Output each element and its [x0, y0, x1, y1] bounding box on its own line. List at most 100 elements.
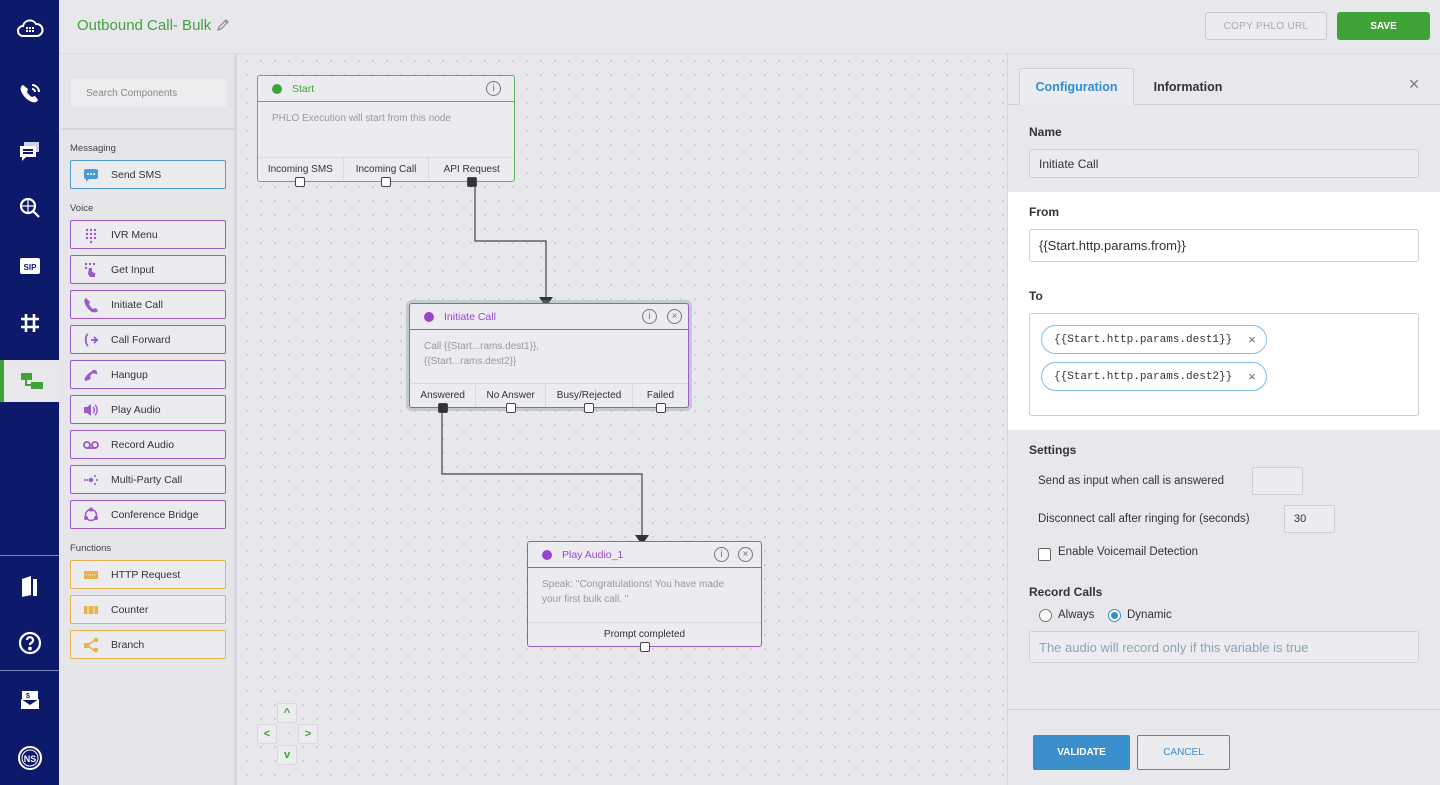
nav-account-icon[interactable]: NS — [0, 736, 59, 780]
node-ports: Prompt completed — [528, 622, 761, 652]
component-get-input[interactable]: Get Input — [70, 255, 226, 284]
name-input[interactable]: Initiate Call — [1029, 149, 1419, 178]
node-body-line: your first bulk call. " — [542, 594, 629, 605]
to-chip[interactable]: {{Start.http.params.dest2}} × — [1041, 362, 1267, 391]
component-label: Initiate Call — [111, 298, 163, 311]
cancel-button[interactable]: CANCEL — [1137, 735, 1230, 770]
nav-numbers-icon[interactable] — [0, 301, 59, 345]
port-handle[interactable] — [466, 177, 477, 187]
component-label: Play Audio — [111, 403, 161, 416]
pan-up-button[interactable]: ^ — [277, 703, 297, 723]
from-input[interactable]: {{Start.http.params.from}} — [1029, 229, 1419, 262]
record-always-radio[interactable] — [1039, 609, 1052, 622]
component-send-sms[interactable]: Send SMS — [70, 160, 226, 189]
nav-billing-icon[interactable]: $ — [0, 678, 59, 722]
port-handle[interactable] — [381, 177, 391, 187]
keypad-icon — [71, 227, 111, 243]
port-handle[interactable] — [584, 403, 595, 413]
chip-value: {{Start.http.params.dest2}} — [1054, 370, 1233, 383]
components-panel: Search Components Messaging Send SMS Voi… — [59, 54, 237, 785]
port-api-request[interactable]: API Request — [429, 158, 514, 187]
node-start[interactable]: Start i PHLO Execution will start from t… — [257, 75, 515, 187]
connection-initiate-to-play — [441, 409, 643, 537]
component-multi-party-call[interactable]: Multi-Party Call — [70, 465, 226, 494]
nav-messaging-icon[interactable] — [0, 129, 59, 173]
node-header: Play Audio_1 i × — [528, 542, 761, 568]
search-components-input[interactable]: Search Components — [71, 79, 226, 107]
remove-chip-icon[interactable]: × — [1248, 369, 1256, 384]
port-incoming-call[interactable]: Incoming Call — [344, 158, 430, 187]
disconnect-seconds-input[interactable]: 30 — [1284, 505, 1335, 533]
branch-icon — [71, 637, 111, 653]
port-handle[interactable] — [505, 403, 516, 413]
validate-button[interactable]: VALIDATE — [1033, 735, 1130, 770]
port-busy-rejected[interactable]: Busy/Rejected — [546, 384, 633, 413]
info-icon[interactable]: i — [642, 309, 657, 324]
tab-information[interactable]: Information — [1138, 68, 1238, 105]
svg-text:SIP: SIP — [23, 263, 37, 272]
pencil-icon[interactable] — [215, 17, 231, 33]
close-icon[interactable]: × — [667, 309, 682, 324]
pan-left-button[interactable]: < — [257, 724, 277, 744]
node-body-line: Call {{Start...rams.dest1}}, — [424, 341, 540, 352]
voicemail-checkbox[interactable] — [1038, 548, 1051, 561]
to-chip[interactable]: {{Start.http.params.dest1}} × — [1041, 325, 1267, 354]
close-icon[interactable]: × — [738, 547, 753, 562]
port-answered[interactable]: Answered — [410, 384, 477, 413]
port-handle[interactable] — [295, 177, 306, 187]
copy-phlo-url-button[interactable]: COPY PHLO URL — [1205, 12, 1327, 40]
port-no-answer[interactable]: No Answer — [476, 384, 547, 413]
port-handle[interactable] — [655, 403, 666, 413]
component-record-audio[interactable]: Record Audio — [70, 430, 226, 459]
component-label: Multi-Party Call — [111, 473, 183, 486]
logo-icon[interactable] — [0, 7, 59, 51]
record-variable-input[interactable]: The audio will record only if this varia… — [1029, 631, 1419, 663]
port-prompt-completed[interactable]: Prompt completed — [528, 623, 761, 652]
send-input-field[interactable] — [1252, 467, 1303, 495]
remove-chip-icon[interactable]: × — [1248, 332, 1256, 347]
save-button[interactable]: SAVE — [1337, 12, 1430, 40]
component-play-audio[interactable]: Play Audio — [70, 395, 226, 424]
nav-help-icon[interactable] — [0, 621, 59, 665]
pan-down-button[interactable]: v — [277, 745, 297, 765]
to-input[interactable]: {{Start.http.params.dest1}} × {{Start.ht… — [1029, 313, 1419, 416]
nav-docs-icon[interactable] — [0, 564, 59, 608]
close-icon[interactable]: × — [1406, 75, 1422, 93]
record-always-label: Always — [1058, 609, 1095, 621]
nav-phlo-icon[interactable] — [0, 360, 59, 402]
info-icon[interactable]: i — [486, 81, 501, 96]
tab-configuration[interactable]: Configuration — [1019, 68, 1134, 105]
port-failed[interactable]: Failed — [633, 384, 688, 413]
nav-sip-icon[interactable]: SIP — [0, 244, 59, 288]
node-body-line: {{Start...rams.dest2}} — [424, 356, 517, 367]
counter-icon — [71, 602, 111, 618]
component-ivr-menu[interactable]: IVR Menu — [70, 220, 226, 249]
component-initiate-call[interactable]: Initiate Call — [70, 290, 226, 319]
hangup-icon — [71, 367, 111, 383]
component-call-forward[interactable]: Call Forward — [70, 325, 226, 354]
port-incoming-sms[interactable]: Incoming SMS — [258, 158, 344, 187]
nav-voice-icon[interactable] — [0, 72, 59, 116]
flow-canvas[interactable]: Start i PHLO Execution will start from t… — [240, 54, 1007, 785]
node-title: Start — [292, 82, 315, 95]
info-icon[interactable]: i — [714, 547, 729, 562]
node-initiate-call[interactable]: Initiate Call i × Call {{Start...rams.de… — [409, 303, 689, 413]
record-dynamic-label: Dynamic — [1127, 609, 1172, 621]
record-dynamic-radio[interactable] — [1108, 609, 1121, 622]
node-play-audio[interactable]: Play Audio_1 i × Speak: "Congratulations… — [527, 541, 762, 652]
component-http-request[interactable]: HTTP Request — [70, 560, 226, 589]
component-hangup[interactable]: Hangup — [70, 360, 226, 389]
component-conference-bridge[interactable]: Conference Bridge — [70, 500, 226, 529]
port-handle[interactable] — [437, 403, 448, 413]
node-ports: Incoming SMS Incoming Call API Request — [258, 157, 514, 187]
nav-lookup-icon[interactable] — [0, 186, 59, 230]
pan-right-button[interactable]: > — [298, 724, 318, 744]
svg-text:$: $ — [26, 693, 30, 700]
name-label: Name — [1029, 125, 1062, 139]
component-counter[interactable]: Counter — [70, 595, 226, 624]
divider — [61, 128, 235, 130]
component-branch[interactable]: Branch — [70, 630, 226, 659]
node-header: Initiate Call i × — [410, 304, 688, 330]
port-handle[interactable] — [639, 642, 650, 652]
status-dot — [424, 311, 434, 322]
